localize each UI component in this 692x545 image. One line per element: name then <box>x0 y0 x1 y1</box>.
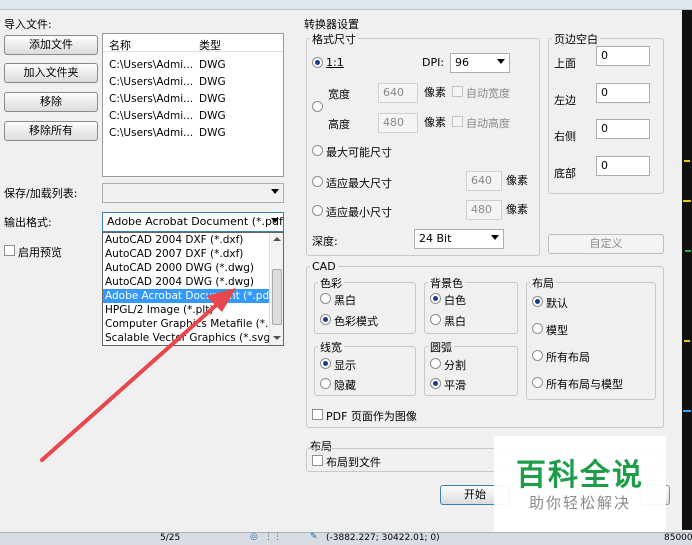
coordinates-readout: (-3882.227; 30422.01; 0) <box>326 533 440 543</box>
color-mode-label: 色彩模式 <box>334 315 378 328</box>
color-title: 色彩 <box>318 275 344 291</box>
width-unit-label: 像素 <box>424 86 446 99</box>
layout-to-file-label: 布局到文件 <box>326 456 381 469</box>
watermark-title: 百科全说 <box>516 458 644 493</box>
watermark-panel: 百科全说 助你轻松解决 <box>494 436 666 532</box>
watermark-subtitle: 助你轻松解决 <box>528 494 631 512</box>
auto-height-checkbox[interactable] <box>452 116 463 127</box>
layout-options-title: 布局 <box>530 275 556 291</box>
lineweight-hide-label: 隐藏 <box>334 379 356 392</box>
margin-top-input[interactable]: 0 <box>596 46 650 66</box>
fit-min-input[interactable]: 480 <box>466 200 502 220</box>
layout-default-label: 默认 <box>546 297 568 310</box>
arc-split-label: 分割 <box>444 359 466 372</box>
lineweight-hide-radio[interactable] <box>320 378 331 389</box>
height-label: 高度 <box>328 118 350 131</box>
all-layouts-model-radio[interactable] <box>532 377 543 388</box>
fit-min-unit-label: 像素 <box>506 203 528 216</box>
height-unit-label: 像素 <box>424 116 446 129</box>
height-input[interactable]: 480 <box>378 113 418 133</box>
dpi-combo[interactable]: 96 <box>450 53 510 73</box>
width-label: 宽度 <box>328 88 350 101</box>
layout-model-label: 模型 <box>546 324 568 337</box>
arrow-shaft <box>40 298 224 462</box>
fit-max-unit-label: 像素 <box>506 174 528 187</box>
margin-left-input[interactable]: 0 <box>596 83 650 103</box>
lineweight-title: 线宽 <box>318 339 344 355</box>
custom-size-radio[interactable] <box>312 101 323 112</box>
snap-icon[interactable]: ◎ <box>250 532 258 542</box>
color-bw-radio[interactable] <box>320 293 331 304</box>
margin-left-label: 左边 <box>554 94 576 107</box>
status-bar: 5/25 ◎ ⋮⋮ ✎ (-3882.227; 30422.01; 0) 850… <box>0 532 692 545</box>
lineweight-show-label: 显示 <box>334 359 356 372</box>
cad-title: CAD <box>310 260 338 273</box>
pdf-as-image-label: PDF 页面作为图像 <box>326 410 417 423</box>
auto-height-label: 自动高度 <box>466 117 510 130</box>
bg-white-label: 白色 <box>444 294 466 307</box>
layout-default-radio[interactable] <box>532 296 543 307</box>
fit-max-radio[interactable] <box>312 176 323 187</box>
margin-right-input[interactable]: 0 <box>596 119 650 139</box>
grid-icon[interactable]: ⋮⋮ <box>264 532 282 542</box>
width-input[interactable]: 640 <box>378 83 418 103</box>
dpi-label: DPI: <box>422 56 445 69</box>
layout-model-radio[interactable] <box>532 323 543 334</box>
margins-title: 页边空白 <box>552 31 600 47</box>
background-title: 背景色 <box>428 275 465 291</box>
pencil-icon[interactable]: ✎ <box>310 532 318 542</box>
bg-black-label: 黑白 <box>444 315 466 328</box>
depth-combo[interactable]: 24 Bit <box>414 229 504 249</box>
arc-split-radio[interactable] <box>430 358 441 369</box>
margin-bottom-input[interactable]: 0 <box>596 156 650 176</box>
all-layouts-model-label: 所有布局与模型 <box>546 378 623 391</box>
depth-label: 深度: <box>312 235 338 248</box>
all-layouts-radio[interactable] <box>532 350 543 361</box>
margin-bottom-label: 底部 <box>554 167 576 180</box>
chevron-down-icon <box>497 59 505 64</box>
fit-min-radio[interactable] <box>312 205 323 216</box>
fit-max-label: 适应最大尺寸 <box>326 177 392 190</box>
margin-top-label: 上面 <box>554 57 576 70</box>
fit-max-input[interactable]: 640 <box>466 171 502 191</box>
one-to-one-radio[interactable] <box>312 57 323 68</box>
arc-title: 圆弧 <box>428 339 454 355</box>
format-size-title: 格式尺寸 <box>310 31 358 47</box>
page-counter: 5/25 <box>160 533 181 543</box>
auto-width-label: 自动宽度 <box>466 87 510 100</box>
max-possible-label: 最大可能尺寸 <box>326 146 392 159</box>
arc-smooth-label: 平滑 <box>444 379 466 392</box>
arc-smooth-radio[interactable] <box>430 378 441 389</box>
pdf-as-image-checkbox[interactable] <box>312 409 323 420</box>
max-possible-radio[interactable] <box>312 145 323 156</box>
fit-min-label: 适应最小尺寸 <box>326 206 392 219</box>
converter-settings-title: 转换器设置 <box>304 18 359 31</box>
auto-width-checkbox[interactable] <box>452 86 463 97</box>
color-bw-label: 黑白 <box>334 294 356 307</box>
all-layouts-label: 所有布局 <box>546 351 590 364</box>
bg-white-radio[interactable] <box>430 293 441 304</box>
color-mode-radio[interactable] <box>320 314 331 325</box>
one-to-one-label: 1:1 <box>326 56 344 69</box>
status-right-value: 85000 <box>664 533 692 543</box>
chevron-down-icon <box>491 235 499 240</box>
lineweight-show-radio[interactable] <box>320 358 331 369</box>
layout-to-file-checkbox[interactable] <box>312 455 323 466</box>
custom-button[interactable]: 自定义 <box>548 234 664 254</box>
margin-right-label: 右侧 <box>554 130 576 143</box>
bg-black-radio[interactable] <box>430 314 441 325</box>
cad-canvas-strip <box>682 10 692 530</box>
